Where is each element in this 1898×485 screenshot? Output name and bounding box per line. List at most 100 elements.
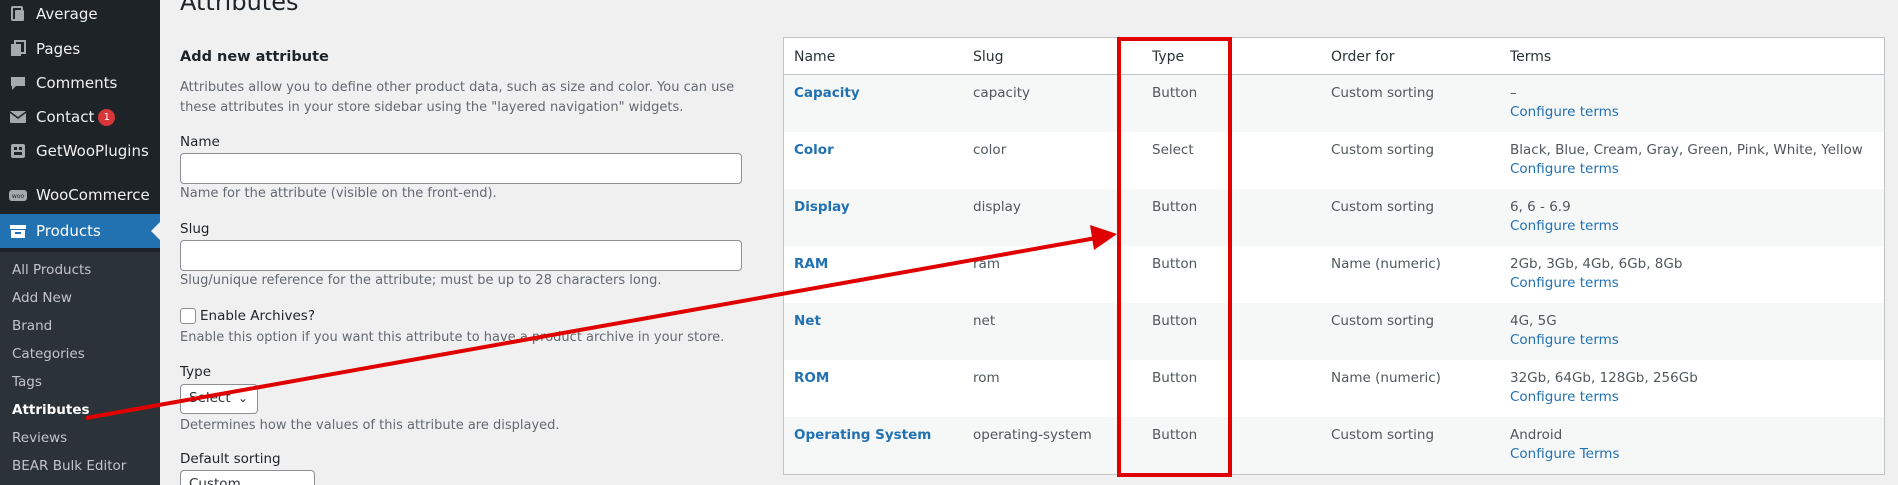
type-column-highlight xyxy=(1117,37,1232,477)
attribute-order: Custom sorting xyxy=(1331,427,1435,443)
configure-terms-link[interactable]: Configure terms xyxy=(1510,218,1619,234)
menu-label-products: Products xyxy=(36,222,101,240)
menu-item-getwooplugins[interactable]: GetWooPlugins xyxy=(0,134,160,168)
pages-icon xyxy=(0,40,36,58)
attribute-order: Custom sorting xyxy=(1331,142,1435,158)
form-title: Add new attribute xyxy=(180,49,329,65)
column-header-slug[interactable]: Slug xyxy=(973,49,1004,65)
page-title: Attributes xyxy=(180,0,299,16)
menu-item-products[interactable]: Products xyxy=(0,214,160,248)
attribute-terms: Black, Blue, Cream, Gray, Green, Pink, W… xyxy=(1510,142,1863,158)
attribute-order: Custom sorting xyxy=(1331,85,1435,101)
configure-terms-link[interactable]: Configure terms xyxy=(1510,275,1619,291)
table-row: RAM ram Button Name (numeric) 2Gb, 3Gb, … xyxy=(784,246,1884,303)
default-sorting-select[interactable]: Custom sorting ⌄ xyxy=(180,470,315,485)
page-icon xyxy=(0,5,36,23)
attribute-terms: 4G, 5G xyxy=(1510,313,1557,329)
type-help: Determines how the values of this attrib… xyxy=(180,418,560,433)
submenu-add-new[interactable]: Add New xyxy=(12,290,72,306)
attribute-order: Name (numeric) xyxy=(1331,256,1441,272)
admin-sidebar: Average Pages Comments Contact 1 GetWooP… xyxy=(0,0,160,485)
name-help: Name for the attribute (visible on the f… xyxy=(180,186,497,201)
configure-terms-link[interactable]: Configure terms xyxy=(1510,332,1619,348)
attribute-name-link[interactable]: Net xyxy=(794,313,821,329)
attribute-name-link[interactable]: Capacity xyxy=(794,85,860,101)
attribute-order: Custom sorting xyxy=(1331,199,1435,215)
table-row: ROM rom Button Name (numeric) 32Gb, 64Gb… xyxy=(784,360,1884,417)
menu-label-pages: Pages xyxy=(36,40,81,58)
slug-label: Slug xyxy=(180,221,210,237)
attribute-name-link[interactable]: RAM xyxy=(794,256,828,272)
attribute-terms: – xyxy=(1510,85,1517,101)
type-select-value: Select xyxy=(189,390,231,406)
table-row: Net net Button Custom sorting 4G, 5G Con… xyxy=(784,303,1884,360)
configure-terms-link[interactable]: Configure terms xyxy=(1510,389,1619,405)
submenu-categories[interactable]: Categories xyxy=(12,346,85,362)
column-header-terms[interactable]: Terms xyxy=(1510,49,1551,65)
notification-badge: 1 xyxy=(98,108,116,126)
attribute-terms: 32Gb, 64Gb, 128Gb, 256Gb xyxy=(1510,370,1698,386)
submenu-bear-bulk-editor[interactable]: BEAR Bulk Editor xyxy=(12,458,126,474)
menu-item-contact[interactable]: Contact 1 xyxy=(0,100,160,134)
attribute-name-link[interactable]: Operating System xyxy=(794,427,931,443)
menu-label-getwooplugins: GetWooPlugins xyxy=(36,142,149,160)
table-row: Display display Button Custom sorting 6,… xyxy=(784,189,1884,246)
attribute-slug: display xyxy=(973,199,1021,215)
enable-archives-help: Enable this option if you want this attr… xyxy=(180,330,725,345)
woo-icon: woo xyxy=(0,186,36,204)
attribute-slug: net xyxy=(973,313,996,329)
menu-label-comments: Comments xyxy=(36,74,118,92)
chevron-down-icon: ⌄ xyxy=(237,391,248,405)
column-header-name[interactable]: Name xyxy=(794,49,835,65)
menu-label-contact: Contact xyxy=(36,108,95,126)
mail-icon xyxy=(0,108,36,126)
attribute-slug: rom xyxy=(973,370,1000,386)
name-label: Name xyxy=(180,134,220,150)
menu-label-woocommerce: WooCommerce xyxy=(36,186,150,204)
attribute-order: Name (numeric) xyxy=(1331,370,1441,386)
attribute-terms: 6, 6 - 6.9 xyxy=(1510,199,1571,215)
svg-text:woo: woo xyxy=(12,193,25,200)
submenu-tags[interactable]: Tags xyxy=(12,374,42,390)
products-submenu: All Products Add New Brand Categories Ta… xyxy=(0,252,160,485)
attribute-name-link[interactable]: Display xyxy=(794,199,850,215)
default-sorting-value: Custom sorting xyxy=(189,476,241,485)
enable-archives-checkbox[interactable] xyxy=(180,308,196,324)
configure-terms-link[interactable]: Configure terms xyxy=(1510,104,1619,120)
configure-terms-link[interactable]: Configure Terms xyxy=(1510,446,1619,462)
name-input[interactable] xyxy=(180,153,742,184)
submenu-all-products[interactable]: All Products xyxy=(12,262,91,278)
submenu-brand[interactable]: Brand xyxy=(12,318,52,334)
submenu-reviews[interactable]: Reviews xyxy=(12,430,67,446)
table-row: Capacity capacity Button Custom sorting … xyxy=(784,75,1884,132)
slug-input[interactable] xyxy=(180,240,742,271)
configure-terms-link[interactable]: Configure terms xyxy=(1510,161,1619,177)
column-header-order[interactable]: Order for xyxy=(1331,49,1395,65)
enable-archives-label: Enable Archives? xyxy=(200,308,315,324)
table-header: Name Slug Type Order for Terms xyxy=(784,38,1884,75)
menu-item-comments[interactable]: Comments xyxy=(0,66,160,100)
attributes-table: Name Slug Type Order for Terms Capacity … xyxy=(783,37,1885,475)
default-sorting-label: Default sorting xyxy=(180,451,281,467)
menu-item-average[interactable]: Average xyxy=(0,0,160,31)
attribute-name-link[interactable]: Color xyxy=(794,142,834,158)
chevron-down-icon: ⌄ xyxy=(294,477,305,485)
attribute-order: Custom sorting xyxy=(1331,313,1435,329)
attribute-terms: Android xyxy=(1510,427,1563,443)
attribute-slug: color xyxy=(973,142,1007,158)
form-intro: Attributes allow you to define other pro… xyxy=(180,80,735,115)
table-row: Color color Select Custom sorting Black,… xyxy=(784,132,1884,189)
comment-icon xyxy=(0,74,36,92)
type-select[interactable]: Select ⌄ xyxy=(180,384,258,414)
attribute-slug: operating-system xyxy=(973,427,1092,443)
attribute-name-link[interactable]: ROM xyxy=(794,370,829,386)
table-row: Operating System operating-system Button… xyxy=(784,417,1884,474)
menu-item-pages[interactable]: Pages xyxy=(0,32,160,66)
attribute-slug: capacity xyxy=(973,85,1030,101)
menu-label-average: Average xyxy=(36,5,98,23)
attribute-slug: ram xyxy=(973,256,1000,272)
submenu-attributes[interactable]: Attributes xyxy=(12,402,90,418)
menu-item-woocommerce[interactable]: woo WooCommerce xyxy=(0,178,160,212)
plugin-icon xyxy=(0,142,36,160)
archive-icon xyxy=(0,222,36,240)
